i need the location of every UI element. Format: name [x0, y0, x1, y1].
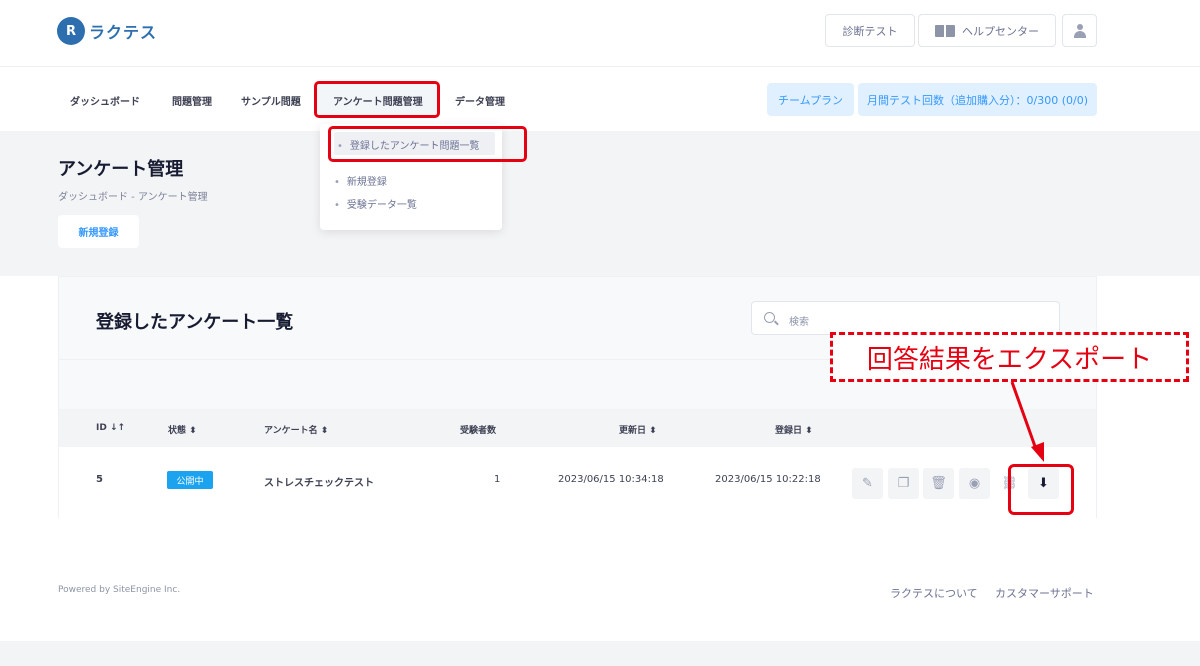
column-id[interactable]: ID ↓↑: [96, 423, 125, 433]
cell-id: 5: [96, 474, 103, 485]
book-icon: [935, 24, 955, 37]
dropdown-item-exam-data[interactable]: 受験データ一覧: [334, 196, 417, 211]
preview-button[interactable]: ◉: [959, 468, 990, 499]
delete-button[interactable]: 🗑: [923, 468, 954, 499]
nav-survey-management[interactable]: アンケート問題管理: [314, 81, 440, 118]
user-menu-button[interactable]: [1062, 14, 1097, 47]
top-header: R ラクテス 診断テスト ヘルプセンター: [0, 0, 1200, 67]
new-registration-button[interactable]: 新規登録: [58, 215, 139, 248]
nav-dashboard[interactable]: ダッシュボード: [70, 93, 140, 108]
export-results-callout: 回答結果をエクスポート: [830, 332, 1189, 382]
dropdown-item-survey-list[interactable]: 登録したアンケート問題一覧: [328, 126, 527, 162]
nav-questions[interactable]: 問題管理: [172, 93, 212, 108]
edit-button[interactable]: ✎: [852, 468, 883, 499]
nav-survey-management-label: アンケート問題管理: [333, 97, 423, 108]
logo-text: ラクテス: [89, 23, 158, 42]
table-row: 5 公開中 ストレスチェックテスト 1 2023/06/15 10:34:18 …: [59, 447, 1096, 518]
subheader: アンケート管理 ダッシュボード - アンケート管理 新規登録: [0, 131, 1200, 276]
dropdown-item-new[interactable]: 新規登録: [334, 173, 387, 188]
column-examinees: 受験者数: [460, 426, 497, 436]
cell-examinees: 1: [494, 474, 501, 485]
cell-survey-name[interactable]: ストレスチェックテスト: [264, 474, 374, 489]
support-link[interactable]: カスタマーサポート: [995, 585, 1094, 601]
page-title: アンケート管理: [58, 159, 184, 180]
export-button-highlight: [1008, 464, 1074, 515]
diagnostic-test-button[interactable]: 診断テスト: [825, 14, 915, 47]
column-updated[interactable]: 更新日 ⬍: [619, 423, 657, 436]
column-survey-name[interactable]: アンケート名 ⬍: [264, 423, 328, 436]
column-status[interactable]: 状態 ⬍: [168, 423, 197, 436]
monthly-test-count-button[interactable]: 月間テスト回数（追加購入分）：0/300 (0/0): [858, 83, 1097, 116]
view-icon: ◉: [968, 476, 981, 491]
search-placeholder: 検索: [789, 317, 809, 328]
search-icon: [764, 312, 775, 323]
copy-button[interactable]: ❐: [888, 468, 919, 499]
logo[interactable]: R ラクテス: [57, 17, 157, 45]
bottom-band: [0, 641, 1200, 666]
about-link[interactable]: ラクテスについて: [890, 585, 978, 601]
logo-mark-icon: R: [57, 17, 85, 45]
dropdown-item-survey-list-label: 登録したアンケート問題一覧: [337, 137, 480, 152]
team-plan-button[interactable]: チームプラン: [767, 83, 854, 116]
user-icon: [1073, 23, 1087, 38]
table-header: ID ↓↑ 状態 ⬍ アンケート名 ⬍ 受験者数 更新日 ⬍ 登録日 ⬍: [59, 409, 1096, 447]
nav-data-management[interactable]: データ管理: [455, 93, 505, 108]
breadcrumb: ダッシュボード - アンケート管理: [58, 192, 208, 203]
main-nav: ダッシュボード 問題管理 サンプル問題 アンケート問題管理 データ管理 チームプ…: [0, 68, 1200, 131]
copy-icon: ❐: [897, 476, 910, 491]
status-badge: 公開中: [167, 471, 213, 489]
cell-registered: 2023/06/15 10:22:18: [715, 474, 821, 485]
column-registered[interactable]: 登録日 ⬍: [775, 423, 813, 436]
help-center-button[interactable]: ヘルプセンター: [918, 14, 1056, 47]
cell-updated: 2023/06/15 10:34:18: [558, 474, 664, 485]
nav-sample-questions[interactable]: サンプル問題: [241, 93, 301, 108]
powered-by-text: Powered by SiteEngine Inc.: [58, 585, 181, 595]
survey-list-card: 登録したアンケート一覧 検索 ID ↓↑ 状態 ⬍ アンケート名 ⬍ 受験者数 …: [58, 276, 1097, 518]
card-title: 登録したアンケート一覧: [96, 312, 294, 333]
edit-icon: ✎: [862, 476, 873, 491]
help-center-label: ヘルプセンター: [962, 24, 1039, 38]
trash-icon: 🗑: [930, 476, 947, 491]
search-input[interactable]: 検索: [751, 301, 1060, 335]
